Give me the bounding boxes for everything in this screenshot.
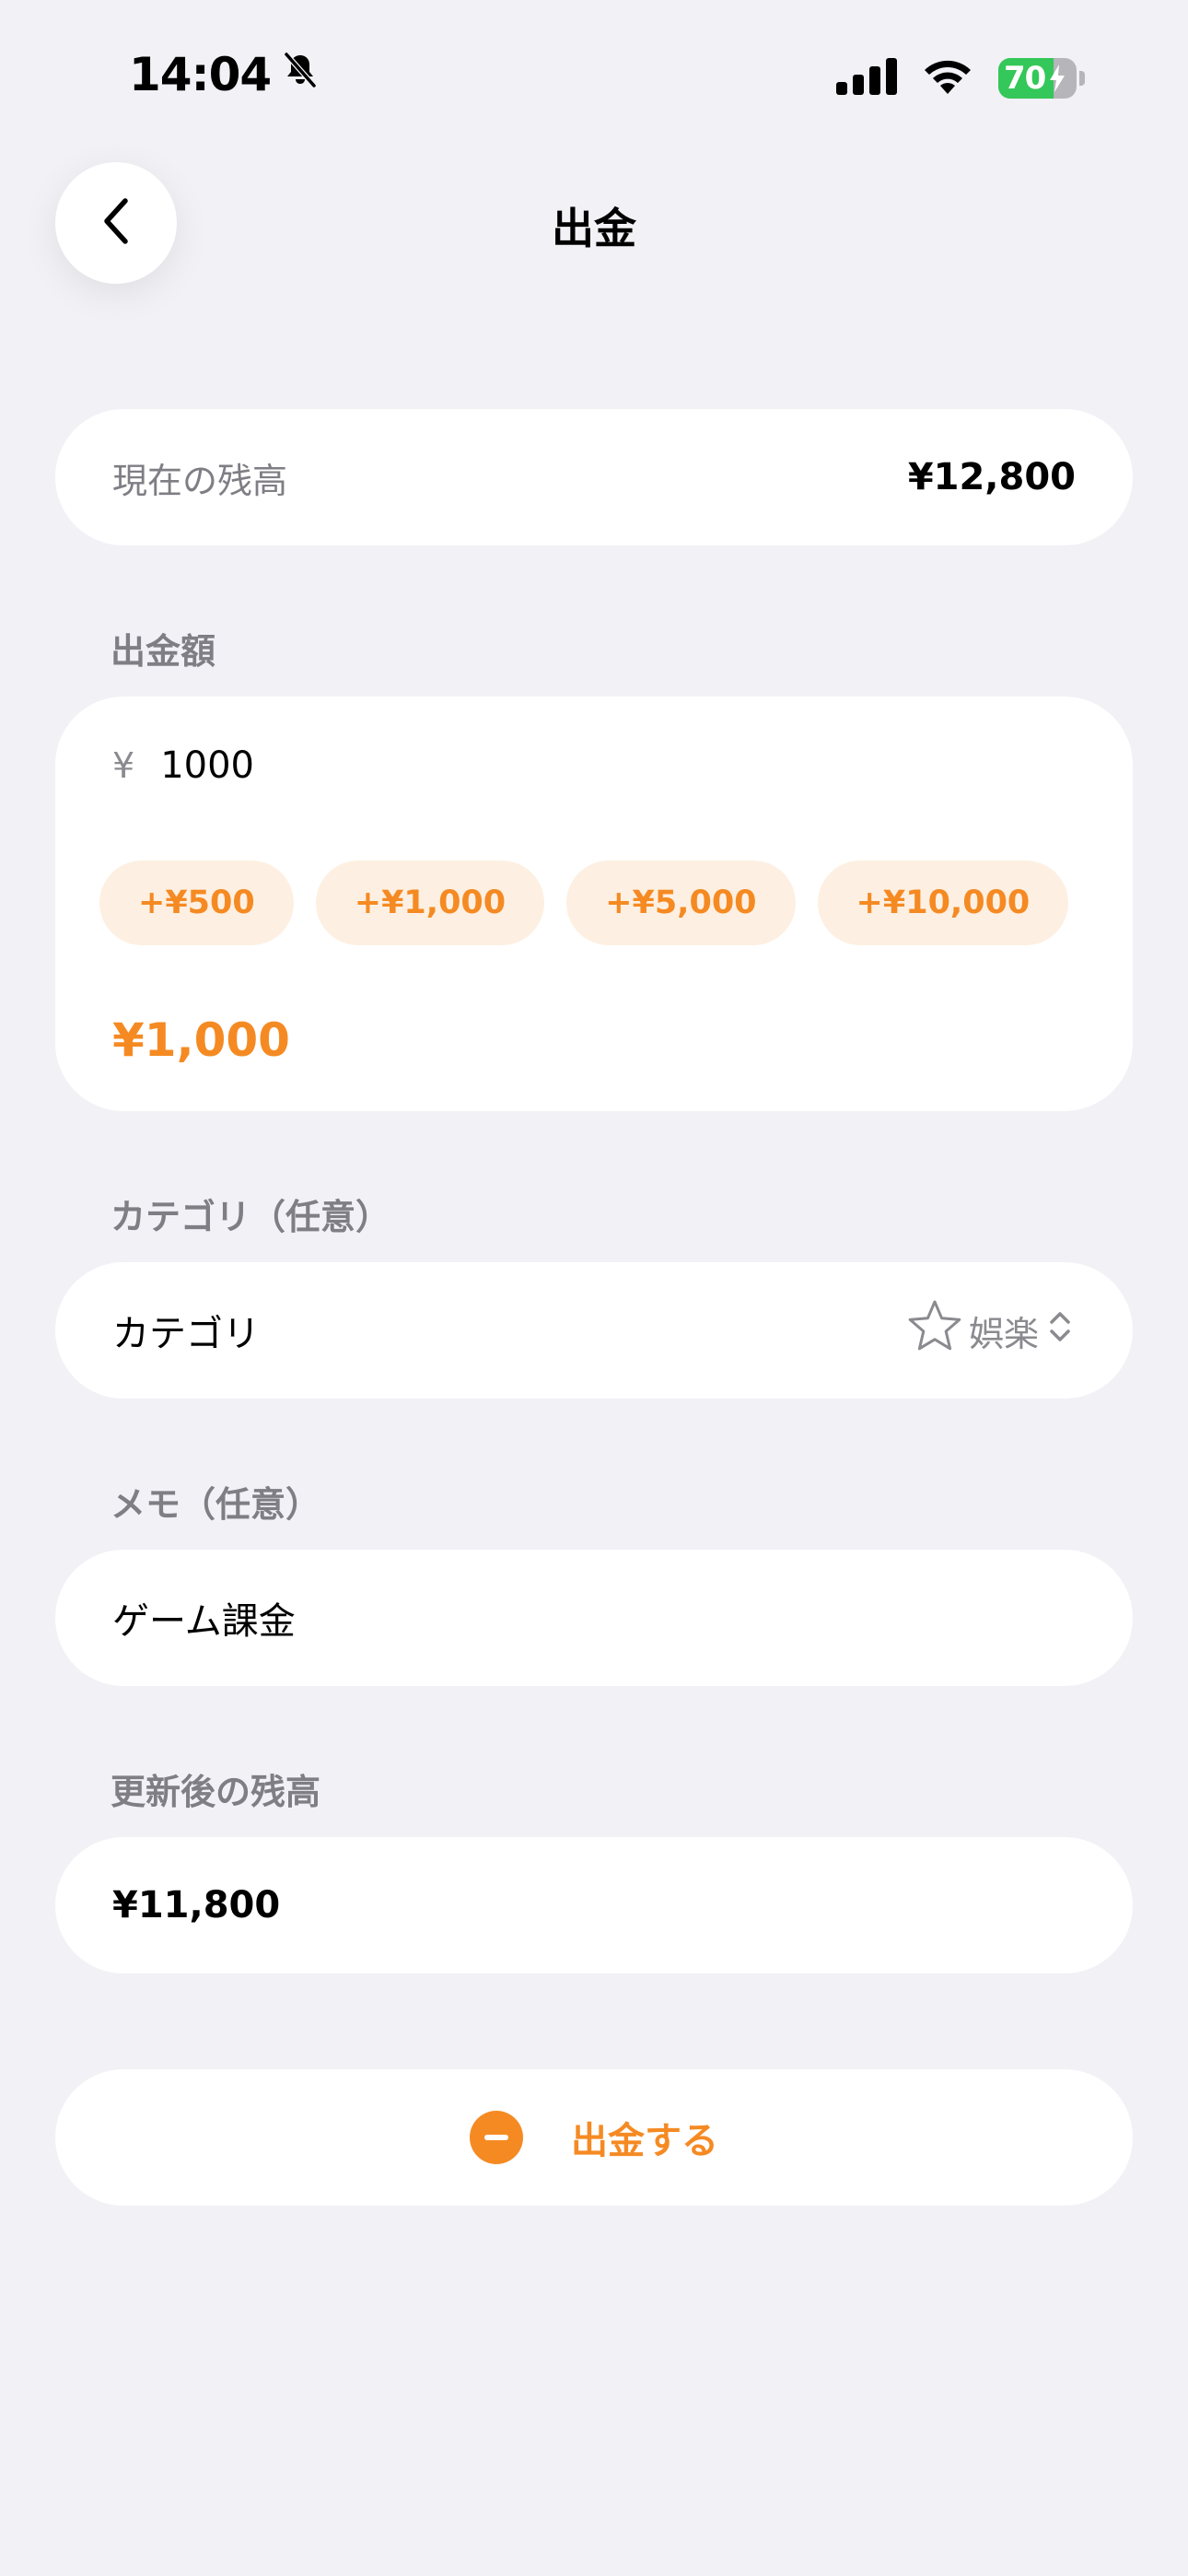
- memo-value[interactable]: ゲーム課金: [112, 1591, 296, 1645]
- withdraw-button-label: 出金する: [571, 2120, 718, 2162]
- category-section-label: カテゴリ（任意）: [111, 1197, 391, 1237]
- chip-add-5000[interactable]: +¥5,000: [566, 861, 796, 945]
- quick-amount-chips: +¥500 +¥1,000 +¥5,000 +¥10,000: [99, 861, 1069, 945]
- bell-slash-icon: [280, 48, 320, 101]
- category-selected-value: 娯楽: [968, 1313, 1039, 1354]
- amount-formatted: ¥1,000: [112, 1013, 290, 1067]
- withdraw-screen: 14:04 70 出金 現在の残高 ¥12,800 出金額 ¥ 1000 +¥5…: [0, 0, 1188, 2576]
- memo-field[interactable]: ゲーム課金: [55, 1550, 1133, 1686]
- amount-section-label: 出金額: [111, 631, 216, 672]
- page-title: 出金: [552, 204, 636, 253]
- status-time-text: 14:04: [129, 48, 272, 101]
- category-row-label: カテゴリ: [112, 1313, 260, 1355]
- category-row[interactable]: カテゴリ 娯楽: [55, 1262, 1133, 1399]
- amount-input-value[interactable]: 1000: [160, 744, 254, 787]
- bolt-icon: [1049, 64, 1066, 96]
- after-balance-section-label: 更新後の残高: [111, 1772, 321, 1812]
- current-balance-card: 現在の残高 ¥12,800: [55, 409, 1133, 545]
- battery-body: 70: [998, 58, 1077, 99]
- current-balance-value: ¥12,800: [907, 456, 1076, 498]
- minus-circle-icon: [470, 2111, 523, 2164]
- chevron-up-down-icon: [1044, 1306, 1076, 1355]
- chip-add-1000[interactable]: +¥1,000: [315, 861, 545, 945]
- memo-section-label: メモ（任意）: [111, 1484, 321, 1525]
- battery-charging-icon: 70: [998, 58, 1085, 99]
- cellular-signal-icon: [836, 58, 897, 99]
- after-balance-value: ¥11,800: [112, 1884, 281, 1926]
- status-bar-right: 70: [836, 57, 1085, 100]
- chip-add-500[interactable]: +¥500: [99, 861, 294, 945]
- battery-cap: [1079, 71, 1085, 86]
- star-icon: [906, 1298, 963, 1364]
- amount-input[interactable]: ¥ 1000: [112, 744, 254, 787]
- chip-add-10000[interactable]: +¥10,000: [817, 861, 1069, 945]
- wifi-icon: [921, 57, 974, 100]
- battery-percent: 70: [1004, 60, 1046, 97]
- amount-card: ¥ 1000 +¥500 +¥1,000 +¥5,000 +¥10,000 ¥1…: [55, 697, 1133, 1111]
- category-picker[interactable]: 娯楽: [906, 1298, 1076, 1364]
- status-bar-time: 14:04: [129, 48, 320, 101]
- withdraw-button[interactable]: 出金する: [55, 2069, 1133, 2206]
- currency-prefix: ¥: [112, 745, 135, 786]
- current-balance-label: 現在の残高: [112, 460, 288, 501]
- after-balance-card: ¥11,800: [55, 1837, 1133, 1973]
